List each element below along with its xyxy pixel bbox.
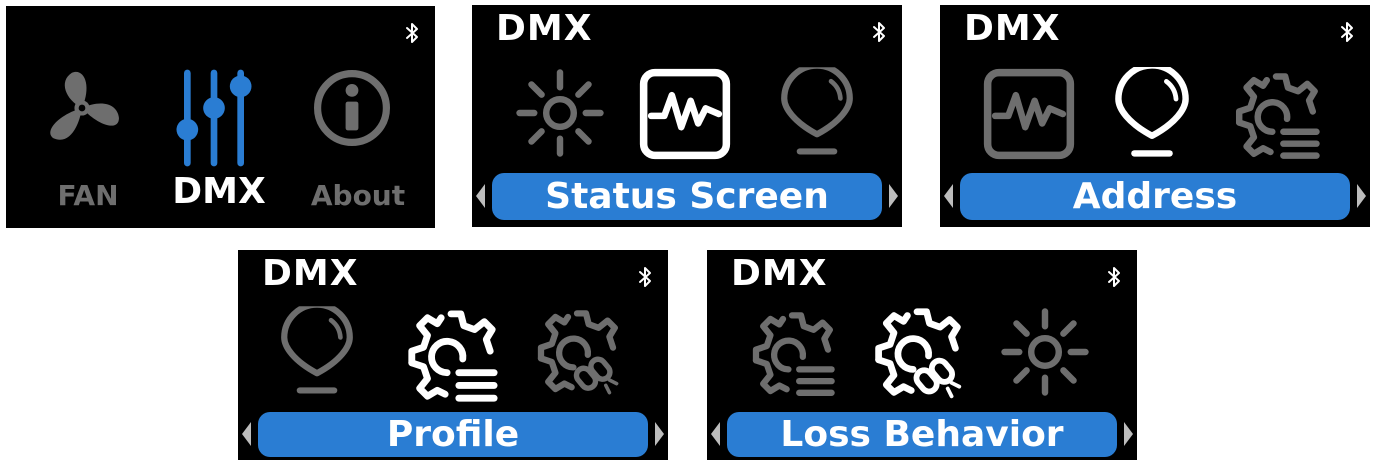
scroll-left-arrow[interactable] xyxy=(711,422,720,446)
gear-list-icon[interactable] xyxy=(1230,71,1322,163)
screen-header: DMX xyxy=(496,8,593,49)
screen-header: DMX xyxy=(262,253,359,294)
location-pin-icon[interactable] xyxy=(1112,67,1192,163)
dmx-status-screen: DMX Status Screen xyxy=(472,5,902,227)
status-monitor-icon[interactable] xyxy=(982,67,1076,161)
selected-item-bar[interactable]: Profile xyxy=(258,412,648,457)
selected-item-bar[interactable]: Status Screen xyxy=(492,173,882,220)
menu-label-dmx[interactable]: DMX xyxy=(156,172,282,212)
fan-icon[interactable] xyxy=(40,66,124,150)
bluetooth-icon xyxy=(1107,266,1121,288)
dmx-loss-behavior-screen: DMX Loss Behavior xyxy=(707,250,1137,460)
scroll-right-arrow[interactable] xyxy=(1124,422,1133,446)
bluetooth-icon xyxy=(405,22,419,44)
gear-list-icon[interactable] xyxy=(402,308,500,406)
selected-item-bar[interactable]: Address xyxy=(960,173,1350,220)
scroll-right-arrow[interactable] xyxy=(889,184,898,208)
screen-header: DMX xyxy=(964,8,1061,49)
gear-list-icon[interactable] xyxy=(747,310,837,400)
dmx-address-screen: DMX Address xyxy=(940,5,1370,227)
main-menu-screen: FAN DMX About xyxy=(6,6,435,228)
info-icon[interactable] xyxy=(312,68,392,148)
menu-label-about[interactable]: About xyxy=(300,176,416,216)
menu-label-fan[interactable]: FAN xyxy=(32,176,144,216)
scroll-left-arrow[interactable] xyxy=(476,184,485,208)
location-pin-icon[interactable] xyxy=(278,306,356,400)
brightness-icon[interactable] xyxy=(514,67,606,159)
dmx-profile-screen: DMX Profile xyxy=(238,250,668,460)
gear-broken-link-icon[interactable] xyxy=(869,306,965,402)
screen-header: DMX xyxy=(731,253,828,294)
location-pin-icon[interactable] xyxy=(778,67,856,161)
brightness-icon[interactable] xyxy=(999,306,1091,398)
gear-broken-link-icon[interactable] xyxy=(532,308,622,398)
status-monitor-icon[interactable] xyxy=(638,67,732,161)
selected-item-bar[interactable]: Loss Behavior xyxy=(727,412,1117,457)
sliders-icon[interactable] xyxy=(170,68,258,168)
scroll-right-arrow[interactable] xyxy=(1357,184,1366,208)
scroll-left-arrow[interactable] xyxy=(242,422,251,446)
bluetooth-icon xyxy=(872,21,886,43)
bluetooth-icon xyxy=(1340,21,1354,43)
bluetooth-icon xyxy=(638,266,652,288)
scroll-left-arrow[interactable] xyxy=(944,184,953,208)
scroll-right-arrow[interactable] xyxy=(655,422,664,446)
